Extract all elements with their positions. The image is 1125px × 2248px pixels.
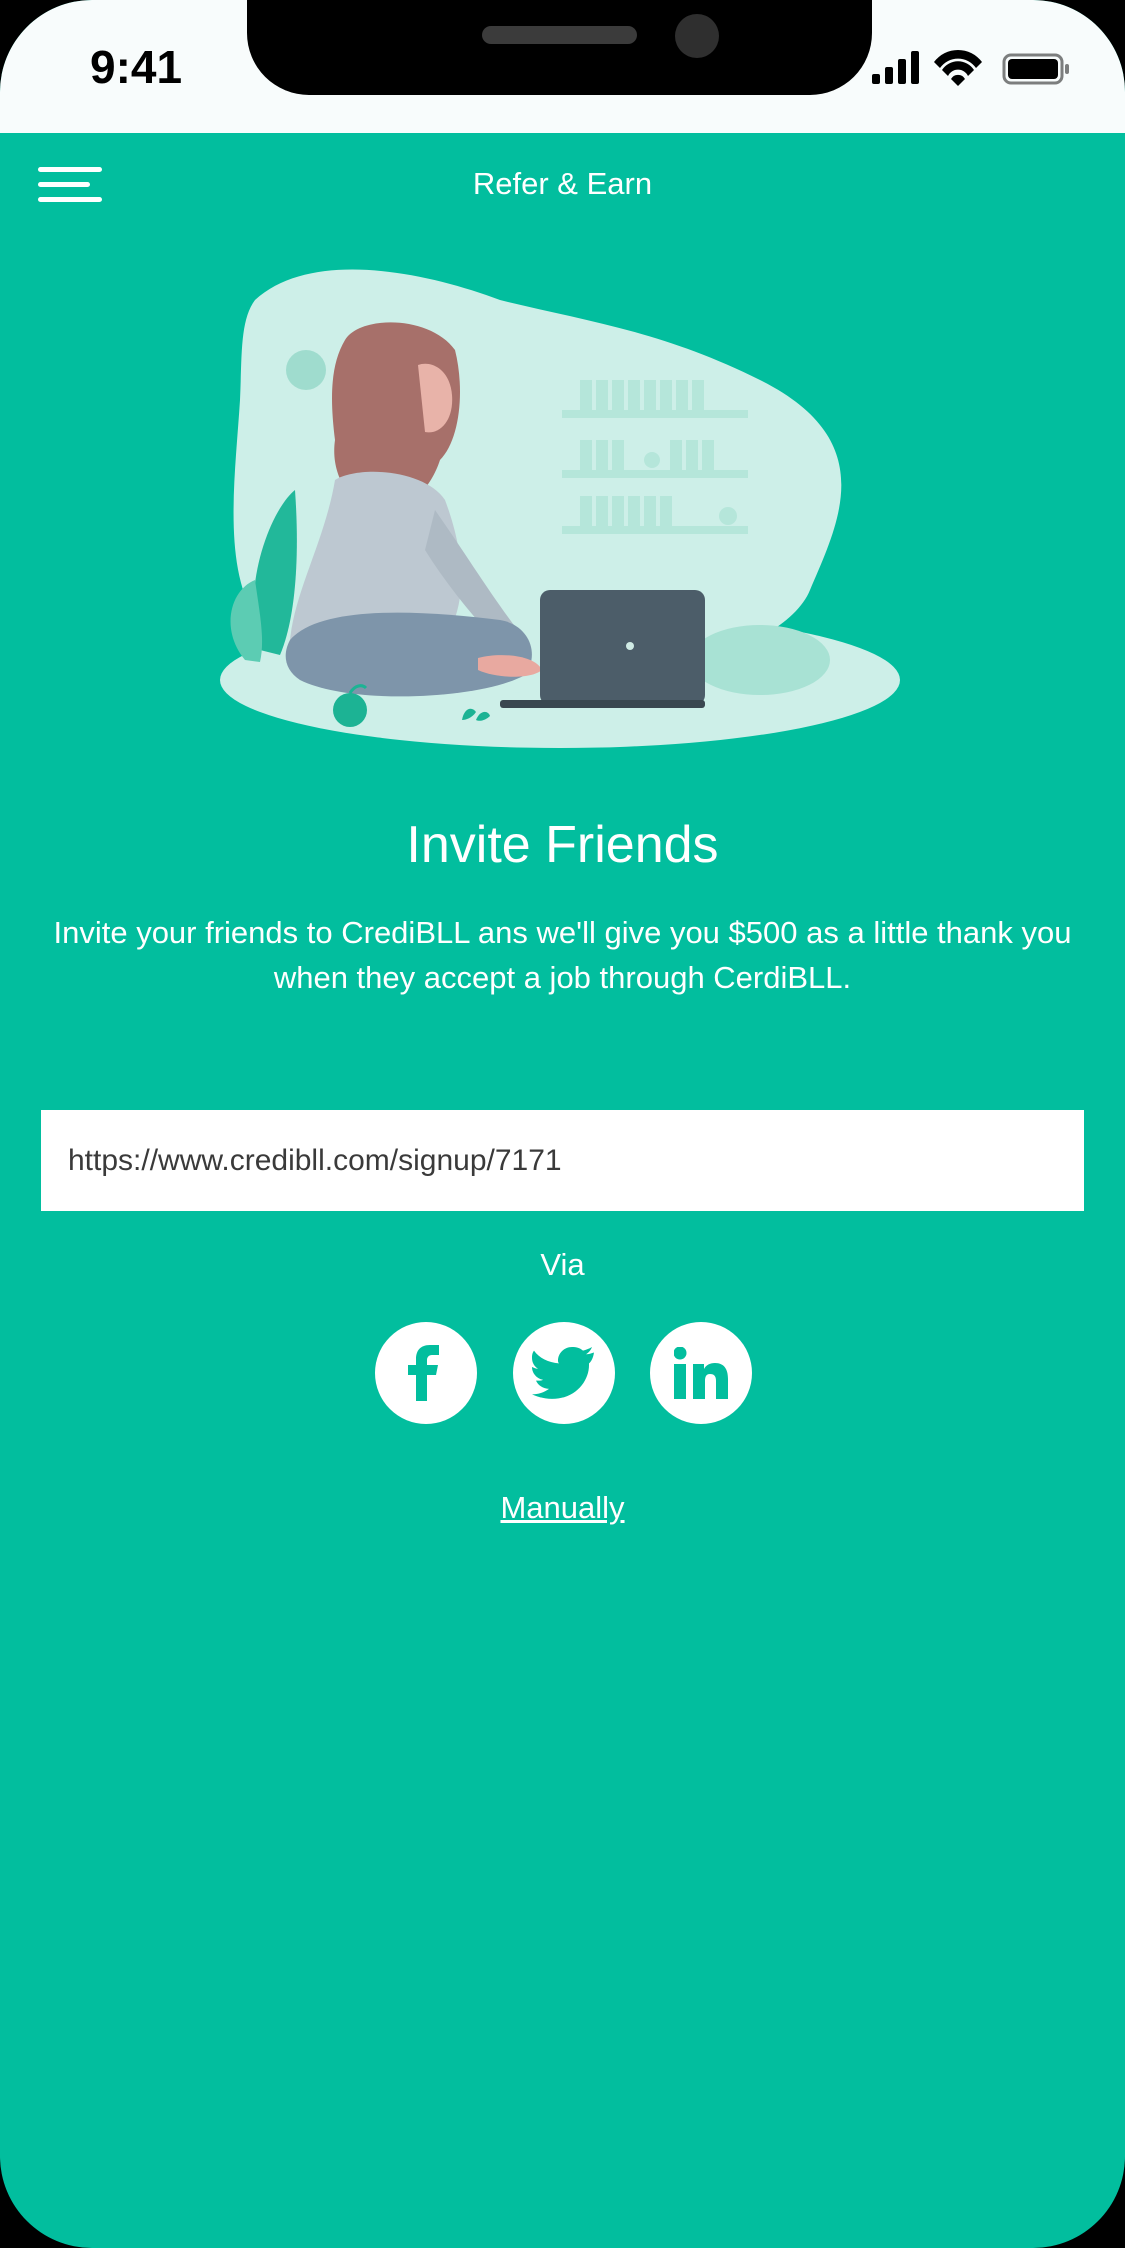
- twitter-icon: [532, 1347, 594, 1399]
- woman-with-laptop-illustration: [200, 260, 920, 760]
- status-time: 9:41: [90, 41, 183, 93]
- front-camera: [675, 14, 719, 58]
- facebook-share-button[interactable]: [375, 1322, 477, 1424]
- linkedin-share-button[interactable]: [650, 1322, 752, 1424]
- cellular-signal-icon: [872, 51, 919, 84]
- via-label: Via: [540, 1247, 585, 1282]
- notch: [247, 0, 872, 95]
- facebook-icon: [408, 1345, 439, 1401]
- speaker-grille: [482, 26, 637, 44]
- wifi-icon: [934, 50, 982, 86]
- twitter-share-button[interactable]: [513, 1322, 615, 1424]
- referral-link-field[interactable]: [41, 1110, 1084, 1211]
- linkedin-icon: [674, 1347, 728, 1399]
- status-icons: [872, 48, 1072, 88]
- status-bar: 9:41: [0, 0, 1125, 133]
- page-title: Refer & Earn: [472, 166, 653, 201]
- invite-description: Invite your friends to CrediBLL ans we'l…: [53, 915, 1072, 995]
- battery-icon: [1002, 53, 1069, 85]
- app-header: Refer & Earn: [0, 133, 1125, 248]
- invite-friends-heading: Invite Friends: [406, 816, 719, 874]
- manually-link[interactable]: Manually: [0, 1490, 1125, 1526]
- phone-screen: 9:41 Refer & Earn Invite Friends Invite …: [0, 0, 1125, 2248]
